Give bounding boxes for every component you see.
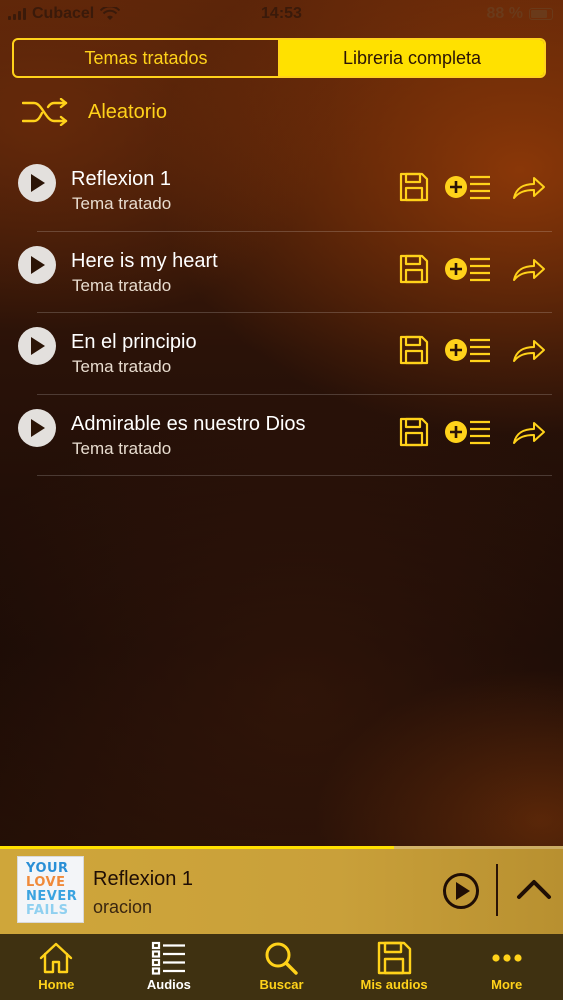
now-playing-title: Reflexion 1 [93, 868, 194, 890]
play-icon [31, 174, 45, 192]
album-art-text: YOUR [26, 861, 69, 876]
tab-more[interactable]: More [450, 934, 563, 1000]
add-to-queue-icon[interactable] [445, 174, 491, 200]
track-row[interactable]: Admirable es nuestro Dios Tema tratado [0, 395, 563, 476]
album-art-text: NEVER [26, 889, 78, 904]
floppy-save-icon[interactable] [399, 172, 429, 202]
tab-label: Audios [146, 977, 191, 992]
tab-bar: Home Audios Buscar Mis audios More [0, 934, 563, 1000]
track-subtitle: Tema tratado [72, 438, 172, 458]
status-bar: Cubacel 14:53 88 % [0, 0, 563, 30]
play-icon [31, 337, 45, 355]
tab-label: Home [38, 977, 75, 992]
album-art: YOUR LOVE NEVER FAILS [17, 856, 84, 923]
tab-mis-audios[interactable]: Mis audios [338, 934, 451, 1000]
segment-temas-tratados[interactable]: Temas tratados [14, 40, 280, 76]
track-title: Admirable es nuestro Dios [71, 412, 306, 435]
segment-libreria-completa[interactable]: Libreria completa [280, 40, 544, 76]
tab-audios[interactable]: Audios [113, 934, 226, 1000]
status-time: 14:53 [261, 5, 302, 22]
tab-buscar[interactable]: Buscar [225, 934, 338, 1000]
track-row[interactable]: Here is my heart Tema tratado [0, 232, 563, 313]
more-icon [492, 954, 522, 962]
play-icon [31, 255, 45, 274]
shuffle-icon [22, 98, 68, 126]
list-icon [151, 941, 185, 975]
floppy-save-icon[interactable] [399, 417, 429, 447]
add-to-queue-icon[interactable] [445, 419, 491, 445]
play-circle-icon[interactable] [442, 872, 480, 910]
play-button[interactable] [18, 245, 56, 284]
shuffle-label: Aleatorio [88, 100, 167, 123]
track-title: En el principio [71, 331, 197, 353]
progress-track[interactable] [0, 846, 563, 849]
tab-label: Buscar [259, 977, 304, 992]
track-title: Reflexion 1 [71, 168, 172, 190]
play-button[interactable] [18, 164, 56, 202]
tab-label: More [491, 977, 523, 992]
play-icon [31, 418, 45, 437]
track-subtitle: Tema tratado [72, 194, 172, 213]
mini-player[interactable]: YOUR LOVE NEVER FAILS Reflexion 1 oracio… [0, 846, 563, 934]
battery-icon [529, 8, 553, 20]
tab-label: Mis audios [360, 977, 428, 992]
add-to-queue-icon[interactable] [445, 337, 491, 363]
album-art-text: LOVE [26, 875, 66, 890]
search-icon [265, 942, 299, 975]
share-arrow-icon[interactable] [512, 421, 546, 445]
library-segmented-control: Temas tratados Libreria completa [12, 38, 546, 78]
now-playing-subtitle: oracion [93, 897, 153, 917]
add-to-queue-icon[interactable] [445, 256, 491, 282]
track-row[interactable]: En el principio Tema tratado [0, 313, 563, 395]
chevron-up-icon[interactable] [516, 878, 552, 900]
battery-percent: 88 % [486, 5, 523, 22]
tab-home[interactable]: Home [0, 934, 113, 1000]
player-divider [496, 864, 498, 916]
track-title: Here is my heart [71, 249, 218, 272]
home-icon [40, 942, 73, 974]
share-arrow-icon[interactable] [512, 339, 546, 363]
album-art-text: FAILS [26, 903, 69, 918]
floppy-save-icon[interactable] [399, 335, 429, 365]
track-list: Reflexion 1 Tema tratado Here is my hear… [0, 150, 563, 476]
track-subtitle: Tema tratado [72, 275, 172, 295]
shuffle-button[interactable]: Aleatorio [22, 98, 167, 126]
track-subtitle: Tema tratado [72, 357, 172, 376]
floppy-save-icon[interactable] [399, 254, 429, 284]
progress-fill [0, 846, 395, 849]
floppy-icon [377, 941, 412, 975]
play-button[interactable] [18, 327, 56, 365]
share-arrow-icon[interactable] [512, 176, 546, 200]
share-arrow-icon[interactable] [512, 258, 546, 282]
row-divider [37, 475, 552, 476]
track-row[interactable]: Reflexion 1 Tema tratado [0, 150, 563, 232]
play-button[interactable] [18, 408, 56, 447]
status-right: 88 % [487, 5, 553, 23]
